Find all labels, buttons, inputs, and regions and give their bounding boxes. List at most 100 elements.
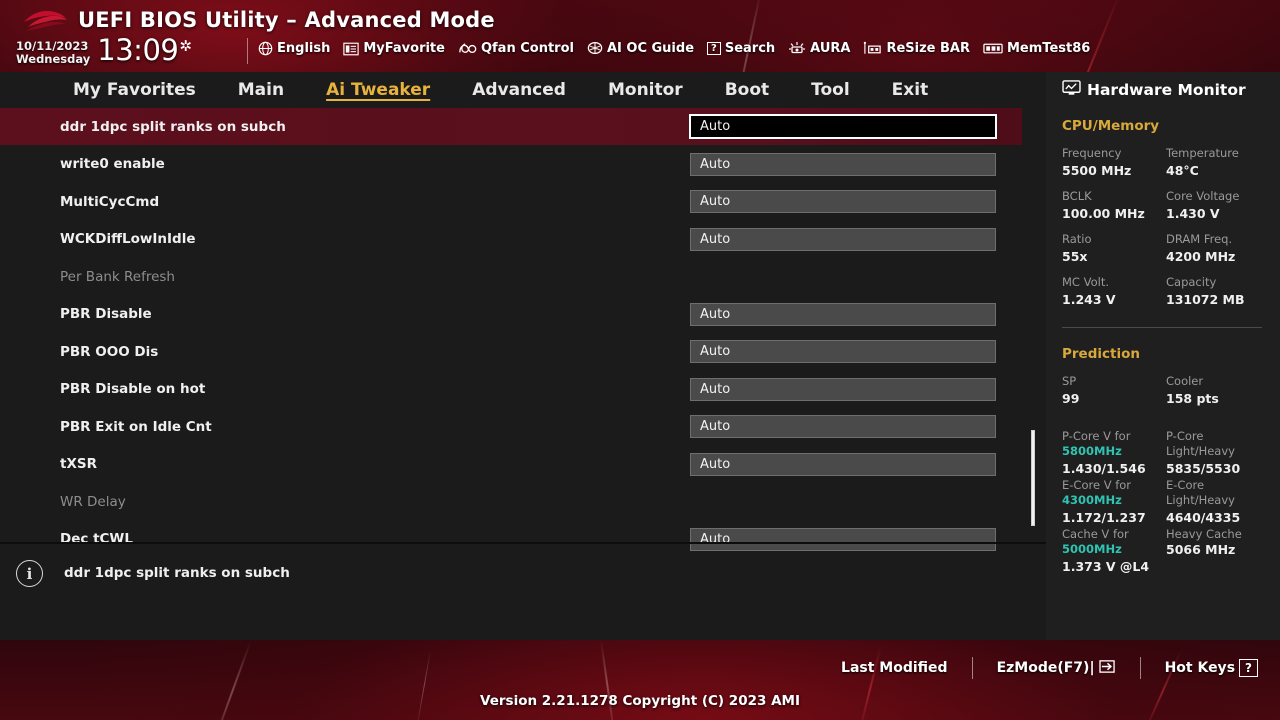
settings-row-value[interactable]: Auto (689, 114, 997, 139)
question-box-icon: ? (707, 42, 721, 55)
header-divider (247, 38, 248, 64)
settings-row-value[interactable]: Auto (690, 227, 996, 251)
hw-key: Capacity (1166, 275, 1217, 289)
star-list-icon (343, 42, 360, 56)
tab-exit[interactable]: Exit (871, 72, 950, 108)
tool-myfavorite[interactable]: MyFavorite (343, 41, 445, 56)
settings-row[interactable]: tXSR Auto (0, 446, 1022, 483)
resize-bar-icon (863, 41, 882, 56)
ezmode-arrow-icon (1098, 659, 1116, 678)
core-right-value: 5835/5530 (1166, 461, 1241, 476)
tab-boot[interactable]: Boot (704, 72, 790, 108)
monitor-icon (1062, 80, 1081, 100)
core-left-label: E-Core V for 4300MHz (1062, 478, 1166, 508)
globe-icon (258, 41, 273, 56)
hw-divider (1062, 327, 1262, 328)
settings-row-value[interactable]: Auto (690, 377, 996, 401)
tool-label: AI OC Guide (606, 41, 695, 56)
ezmode-label: EzMode(F7)| (996, 660, 1095, 676)
core-left-mhz: 5800MHz (1062, 444, 1122, 458)
core-right-label: P-Core Light/Heavy (1166, 429, 1280, 459)
tab-advanced[interactable]: Advanced (451, 72, 587, 108)
settings-row-value[interactable]: Auto (690, 452, 996, 476)
hw-key: BCLK (1062, 189, 1092, 203)
settings-row-label: ddr 1dpc split ranks on subch (60, 118, 286, 135)
core-left-mhz: 4300MHz (1062, 493, 1122, 507)
settings-row-value[interactable]: Auto (690, 190, 996, 213)
settings-row[interactable]: MultiCycCmd Auto (0, 183, 1022, 220)
settings-row: Per Bank Refresh (0, 258, 1022, 295)
main-nav: My Favorites Main Ai Tweaker Advanced Monito… (0, 72, 1046, 108)
tool-ai-oc-guide[interactable]: AI OC Guide (587, 41, 694, 56)
settings-row-value[interactable]: Auto (690, 152, 996, 176)
tool-label: AURA (810, 41, 851, 56)
settings-row: WR Delay (0, 483, 1022, 520)
settings-row[interactable]: write0 enable Auto (0, 146, 1022, 183)
settings-row-value[interactable]: Auto (690, 340, 996, 363)
settings-row[interactable]: WCKDiffLowInIdle Auto (0, 221, 1022, 258)
tool-label: MyFavorite (363, 41, 445, 56)
tool-label: English (277, 41, 331, 56)
tab-tool[interactable]: Tool (790, 72, 871, 108)
hotkeys-label: Hot Keys (1164, 660, 1236, 676)
settings-row-value[interactable]: Auto (690, 415, 996, 438)
light-icon (788, 41, 806, 56)
hw-value: 131072 MB (1166, 292, 1245, 307)
fan-icon (458, 41, 477, 56)
tool-label: Qfan Control (480, 41, 574, 56)
tool-label: Search (724, 41, 776, 56)
settings-row-label: PBR Exit on Idle Cnt (60, 418, 212, 435)
help-text: ddr 1dpc split ranks on subch (64, 565, 290, 581)
tab-my-favorites[interactable]: My Favorites (52, 72, 217, 108)
settings-row-value[interactable]: Auto (690, 302, 996, 326)
settings-row[interactable]: ddr 1dpc split ranks on subch Auto (0, 108, 1022, 145)
core-right-label-b: Light/Heavy (1166, 444, 1235, 458)
core-left-value: 1.373 V @L4 (1062, 559, 1150, 574)
hardware-monitor-label: Hardware Monitor (1087, 81, 1246, 99)
tool-memtest86[interactable]: MemTest86 (983, 41, 1090, 56)
page-title: UEFI BIOS Utility – Advanced Mode (78, 8, 495, 32)
cooler-value: 158 pts (1166, 391, 1219, 406)
core-left-value: 1.172/1.237 (1062, 510, 1146, 525)
footer-actions: Last Modified EzMode(F7)| Hot Keys ? (841, 657, 1258, 679)
core-right-label: E-Core Light/Heavy (1166, 478, 1280, 508)
hardware-monitor-panel: Hardware Monitor CPU/Memory Frequency Tem… (1046, 72, 1280, 640)
tool-label: ReSize BAR (886, 41, 970, 56)
settings-panel: ddr 1dpc split ranks on subch Auto write0 … (0, 108, 1046, 640)
prediction-heading: Prediction (1062, 346, 1140, 362)
core-left-label-text: Cache V for (1062, 527, 1129, 541)
ezmode-button[interactable]: EzMode(F7)| (997, 659, 1116, 678)
last-modified-button[interactable]: Last Modified (841, 660, 948, 676)
hw-key: Frequency (1062, 146, 1122, 160)
gear-icon[interactable]: ✲ (179, 37, 192, 55)
settings-row[interactable]: PBR Disable on hot Auto (0, 371, 1022, 408)
tool-resize-bar[interactable]: ReSize BAR (863, 41, 970, 56)
prediction-cores-grid: P-Core V for 5800MHz P-Core Light/Heavy 1.43… (1062, 429, 1280, 576)
tool-search[interactable]: ? Search (707, 41, 775, 56)
datetime-block: 10/11/2023 Wednesday 13:09 ✲ (16, 36, 192, 66)
core-left-label-text: E-Core V for (1062, 478, 1132, 492)
hotkeys-button[interactable]: Hot Keys ? (1165, 659, 1258, 677)
tool-aura[interactable]: AURA (788, 41, 850, 56)
help-strip: i ddr 1dpc split ranks on subch (0, 544, 1046, 640)
settings-row[interactable]: PBR OOO Dis Auto (0, 333, 1022, 370)
hw-value: 55x (1062, 249, 1088, 264)
hw-key: Ratio (1062, 232, 1092, 246)
hw-value: 5500 MHz (1062, 163, 1132, 178)
tool-english[interactable]: English (258, 41, 330, 56)
settings-row[interactable]: PBR Exit on Idle Cnt Auto (0, 408, 1022, 445)
hw-value: 1.430 V (1166, 206, 1220, 221)
scrollbar-thumb[interactable] (1031, 430, 1035, 526)
tab-main[interactable]: Main (217, 72, 305, 108)
tool-label: MemTest86 (1007, 41, 1091, 56)
tab-ai-tweaker[interactable]: Ai Tweaker (305, 72, 451, 108)
brain-icon (587, 41, 603, 56)
settings-row[interactable]: PBR Disable Auto (0, 296, 1022, 333)
settings-row-label: WR Delay (60, 493, 126, 510)
tab-monitor[interactable]: Monitor (587, 72, 704, 108)
core-right-label-b: Light/Heavy (1166, 493, 1235, 507)
tool-qfan-control[interactable]: Qfan Control (458, 41, 574, 56)
core-right-label-a: E-Core (1166, 478, 1205, 492)
header-tools: English MyFavorite Qfan Control AI OC Gu… (258, 41, 1090, 56)
core-left-label-text: P-Core V for (1062, 429, 1131, 443)
